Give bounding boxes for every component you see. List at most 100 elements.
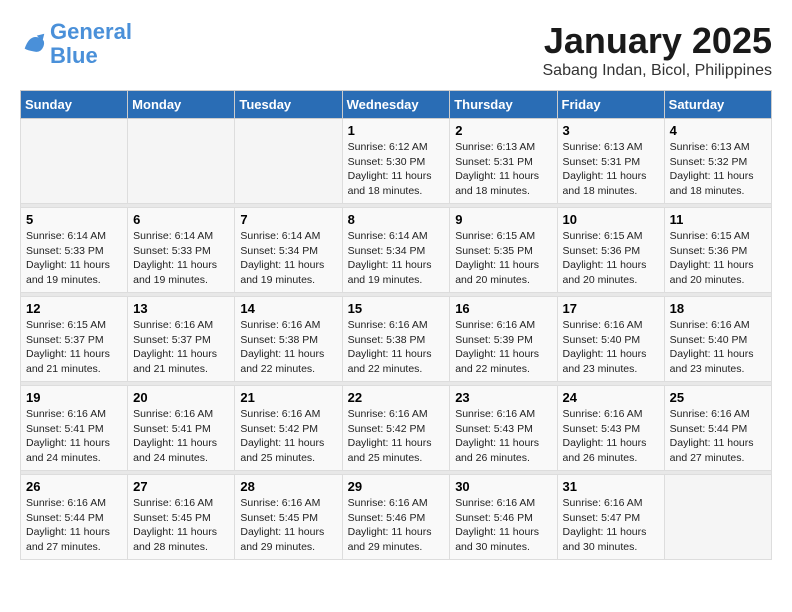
calendar-cell [235, 119, 342, 204]
day-info: Sunrise: 6:16 AMSunset: 5:44 PMDaylight:… [26, 496, 122, 555]
day-number: 13 [133, 301, 229, 316]
day-info: Sunrise: 6:16 AMSunset: 5:41 PMDaylight:… [26, 407, 122, 466]
logo-line1: General [50, 19, 132, 44]
day-number: 9 [455, 212, 551, 227]
calendar-week-row: 1 Sunrise: 6:12 AMSunset: 5:30 PMDaylight… [21, 119, 772, 204]
logo-icon [20, 30, 48, 58]
day-number: 2 [455, 123, 551, 138]
day-number: 1 [348, 123, 445, 138]
calendar-cell: 22 Sunrise: 6:16 AMSunset: 5:42 PMDayligh… [342, 386, 450, 471]
day-info: Sunrise: 6:12 AMSunset: 5:30 PMDaylight:… [348, 140, 445, 199]
calendar-cell: 18 Sunrise: 6:16 AMSunset: 5:40 PMDayligh… [664, 297, 771, 382]
day-info: Sunrise: 6:16 AMSunset: 5:43 PMDaylight:… [563, 407, 659, 466]
calendar-cell: 17 Sunrise: 6:16 AMSunset: 5:40 PMDayligh… [557, 297, 664, 382]
calendar-cell: 3 Sunrise: 6:13 AMSunset: 5:31 PMDaylight… [557, 119, 664, 204]
day-info: Sunrise: 6:16 AMSunset: 5:46 PMDaylight:… [348, 496, 445, 555]
title-block: January 2025 Sabang Indan, Bicol, Philip… [543, 20, 773, 80]
calendar-cell: 31 Sunrise: 6:16 AMSunset: 5:47 PMDayligh… [557, 475, 664, 560]
day-info: Sunrise: 6:14 AMSunset: 5:34 PMDaylight:… [240, 229, 336, 288]
day-number: 25 [670, 390, 766, 405]
day-info: Sunrise: 6:14 AMSunset: 5:33 PMDaylight:… [26, 229, 122, 288]
day-info: Sunrise: 6:16 AMSunset: 5:40 PMDaylight:… [563, 318, 659, 377]
calendar-cell: 16Sunrise: 6:16 AMSunset: 5:39 PMDayligh… [450, 297, 557, 382]
day-number: 6 [133, 212, 229, 227]
day-number: 23 [455, 390, 551, 405]
calendar-week-row: 19 Sunrise: 6:16 AMSunset: 5:41 PMDayligh… [21, 386, 772, 471]
calendar-cell: 7 Sunrise: 6:14 AMSunset: 5:34 PMDaylight… [235, 208, 342, 293]
col-friday: Friday [557, 91, 664, 119]
calendar-cell: 5 Sunrise: 6:14 AMSunset: 5:33 PMDaylight… [21, 208, 128, 293]
calendar-cell: 20 Sunrise: 6:16 AMSunset: 5:41 PMDayligh… [128, 386, 235, 471]
day-info: Sunrise: 6:15 AMSunset: 5:37 PMDaylight:… [26, 318, 122, 377]
day-number: 19 [26, 390, 122, 405]
calendar-week-row: 26 Sunrise: 6:16 AMSunset: 5:44 PMDayligh… [21, 475, 772, 560]
day-number: 18 [670, 301, 766, 316]
day-info: Sunrise: 6:16 AMSunset: 5:42 PMDaylight:… [348, 407, 445, 466]
day-info: Sunrise: 6:16 AMSunset: 5:38 PMDaylight:… [240, 318, 336, 377]
calendar-header-row: Sunday Monday Tuesday Wednesday Thursday… [21, 91, 772, 119]
day-info: Sunrise: 6:16 AMSunset: 5:42 PMDaylight:… [240, 407, 336, 466]
day-number: 28 [240, 479, 336, 494]
logo-line2: Blue [50, 43, 98, 68]
day-number: 11 [670, 212, 766, 227]
calendar-cell: 25Sunrise: 6:16 AMSunset: 5:44 PMDayligh… [664, 386, 771, 471]
calendar-cell: 10Sunrise: 6:15 AMSunset: 5:36 PMDayligh… [557, 208, 664, 293]
col-wednesday: Wednesday [342, 91, 450, 119]
day-number: 30 [455, 479, 551, 494]
day-number: 31 [563, 479, 659, 494]
day-number: 7 [240, 212, 336, 227]
day-info: Sunrise: 6:13 AMSunset: 5:32 PMDaylight:… [670, 140, 766, 199]
day-number: 12 [26, 301, 122, 316]
calendar-cell: 9 Sunrise: 6:15 AMSunset: 5:35 PMDaylight… [450, 208, 557, 293]
day-number: 17 [563, 301, 659, 316]
col-monday: Monday [128, 91, 235, 119]
day-number: 15 [348, 301, 445, 316]
calendar-cell: 21 Sunrise: 6:16 AMSunset: 5:42 PMDayligh… [235, 386, 342, 471]
calendar-cell [21, 119, 128, 204]
day-number: 21 [240, 390, 336, 405]
day-info: Sunrise: 6:16 AMSunset: 5:40 PMDaylight:… [670, 318, 766, 377]
calendar-week-row: 5 Sunrise: 6:14 AMSunset: 5:33 PMDaylight… [21, 208, 772, 293]
day-number: 26 [26, 479, 122, 494]
day-number: 22 [348, 390, 445, 405]
day-number: 4 [670, 123, 766, 138]
calendar-cell: 27Sunrise: 6:16 AMSunset: 5:45 PMDayligh… [128, 475, 235, 560]
col-saturday: Saturday [664, 91, 771, 119]
day-number: 14 [240, 301, 336, 316]
calendar-title: January 2025 [543, 20, 773, 62]
day-info: Sunrise: 6:16 AMSunset: 5:38 PMDaylight:… [348, 318, 445, 377]
calendar-cell: 14 Sunrise: 6:16 AMSunset: 5:38 PMDayligh… [235, 297, 342, 382]
day-number: 5 [26, 212, 122, 227]
calendar-cell [128, 119, 235, 204]
calendar-cell: 2 Sunrise: 6:13 AMSunset: 5:31 PMDaylight… [450, 119, 557, 204]
calendar-cell: 4 Sunrise: 6:13 AMSunset: 5:32 PMDaylight… [664, 119, 771, 204]
calendar-cell: 12 Sunrise: 6:15 AMSunset: 5:37 PMDayligh… [21, 297, 128, 382]
col-sunday: Sunday [21, 91, 128, 119]
day-info: Sunrise: 6:16 AMSunset: 5:47 PMDaylight:… [563, 496, 659, 555]
day-number: 8 [348, 212, 445, 227]
col-thursday: Thursday [450, 91, 557, 119]
calendar-cell: 11Sunrise: 6:15 AMSunset: 5:36 PMDayligh… [664, 208, 771, 293]
day-number: 24 [563, 390, 659, 405]
calendar-subtitle: Sabang Indan, Bicol, Philippines [543, 62, 773, 80]
day-info: Sunrise: 6:13 AMSunset: 5:31 PMDaylight:… [455, 140, 551, 199]
day-number: 29 [348, 479, 445, 494]
calendar-cell: 1 Sunrise: 6:12 AMSunset: 5:30 PMDaylight… [342, 119, 450, 204]
day-info: Sunrise: 6:16 AMSunset: 5:41 PMDaylight:… [133, 407, 229, 466]
day-number: 20 [133, 390, 229, 405]
calendar-cell: 13 Sunrise: 6:16 AMSunset: 5:37 PMDayligh… [128, 297, 235, 382]
day-info: Sunrise: 6:16 AMSunset: 5:43 PMDaylight:… [455, 407, 551, 466]
calendar-cell: 29 Sunrise: 6:16 AMSunset: 5:46 PMDayligh… [342, 475, 450, 560]
day-info: Sunrise: 6:16 AMSunset: 5:37 PMDaylight:… [133, 318, 229, 377]
day-info: Sunrise: 6:13 AMSunset: 5:31 PMDaylight:… [563, 140, 659, 199]
calendar-cell: 24 Sunrise: 6:16 AMSunset: 5:43 PMDayligh… [557, 386, 664, 471]
calendar-cell: 30 Sunrise: 6:16 AMSunset: 5:46 PMDayligh… [450, 475, 557, 560]
day-info: Sunrise: 6:16 AMSunset: 5:46 PMDaylight:… [455, 496, 551, 555]
day-info: Sunrise: 6:16 AMSunset: 5:39 PMDaylight:… [455, 318, 551, 377]
day-info: Sunrise: 6:15 AMSunset: 5:35 PMDaylight:… [455, 229, 551, 288]
day-number: 27 [133, 479, 229, 494]
calendar-cell: 26 Sunrise: 6:16 AMSunset: 5:44 PMDayligh… [21, 475, 128, 560]
day-number: 3 [563, 123, 659, 138]
day-info: Sunrise: 6:14 AMSunset: 5:34 PMDaylight:… [348, 229, 445, 288]
day-info: Sunrise: 6:14 AMSunset: 5:33 PMDaylight:… [133, 229, 229, 288]
